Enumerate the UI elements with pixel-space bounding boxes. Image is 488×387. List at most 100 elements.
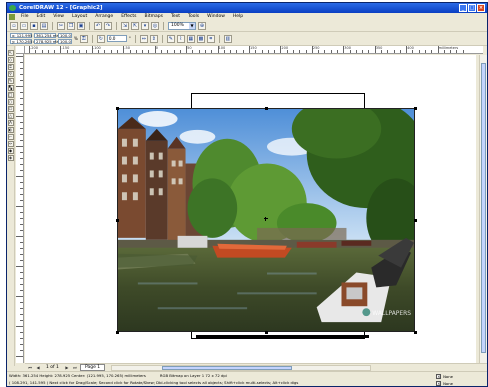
ruler-tick — [167, 50, 169, 53]
next-page-icon[interactable]: ▶ — [64, 365, 70, 371]
selection-handle-middle-left[interactable] — [116, 219, 119, 222]
document-menu-icon[interactable] — [9, 14, 15, 20]
previous-page-icon[interactable]: ◀ — [35, 365, 41, 371]
save-disk-icon[interactable]: ▪ — [30, 22, 38, 30]
drawing-canvas[interactable]: WALLPAPERS — [25, 55, 481, 363]
crop-tool-icon[interactable]: ⌗ — [7, 64, 14, 70]
trace-bitmap-icon[interactable]: ⌇ — [176, 34, 185, 43]
menu-arrange[interactable]: Arrange — [91, 13, 117, 21]
selected-bitmap-amsterdam-canal[interactable]: WALLPAPERS — [117, 108, 415, 332]
pick-tool-icon[interactable]: ↖ — [7, 50, 14, 56]
outline-tool-icon[interactable]: ✑ — [7, 141, 14, 147]
vertical-scroll-thumb[interactable] — [481, 63, 486, 353]
import-icon[interactable]: ⇲ — [121, 22, 129, 30]
eyedropper-tool-icon[interactable]: ⌐ — [7, 134, 14, 140]
fill-tool-icon[interactable]: ◆ — [7, 148, 14, 154]
edit-bitmap-icon[interactable]: ✎ — [166, 34, 175, 43]
menu-window[interactable]: Window — [203, 13, 229, 21]
horizontal-scroll-thumb[interactable] — [162, 365, 293, 370]
chevron-down-icon[interactable]: ▼ — [189, 23, 195, 29]
basic-shapes-tool-icon[interactable]: △ — [7, 113, 14, 119]
copy-icon[interactable]: ❐ — [67, 22, 75, 30]
menu-file[interactable]: File — [17, 13, 33, 21]
resample-icon[interactable]: ▩ — [196, 34, 205, 43]
x-position-field[interactable]: x: 121.995 mm — [10, 33, 41, 38]
width-field[interactable]: 361.254 mm — [34, 33, 60, 38]
ruler-tick — [274, 50, 276, 53]
menu-effects[interactable]: Effects — [117, 13, 140, 21]
y-position-field[interactable]: y: 170.265 mm — [10, 39, 41, 44]
new-document-icon[interactable]: ▫ — [10, 22, 18, 30]
menu-layout[interactable]: Layout — [68, 13, 91, 21]
ruler-tick — [161, 50, 162, 53]
menu-bitmaps[interactable]: Bitmaps — [140, 13, 166, 21]
horizontal-scrollbar[interactable] — [111, 364, 372, 371]
smart-fill-tool-icon[interactable]: ▚ — [7, 85, 14, 91]
undo-icon[interactable]: ↶ — [94, 22, 102, 30]
shape-tool-icon[interactable]: ◇ — [7, 57, 14, 63]
redo-icon[interactable]: ↷ — [104, 22, 112, 30]
ruler-tick — [299, 50, 301, 53]
export-icon[interactable]: ⇱ — [131, 22, 139, 30]
last-page-icon[interactable]: ⏭ — [72, 365, 78, 371]
outline-status[interactable]: × None — [436, 380, 453, 386]
to-front-icon[interactable]: ▥ — [223, 34, 232, 43]
vertical-scrollbar[interactable] — [479, 55, 487, 363]
mirror-horizontal-icon[interactable]: ⇔ — [139, 34, 148, 43]
menu-tools[interactable]: Tools — [184, 13, 203, 21]
menu-bar: File Edit View Layout Arrange Effects Bi… — [7, 13, 487, 21]
title-bar[interactable]: CorelDRAW 12 - [Graphic2] _ □ × — [7, 3, 487, 13]
ruler-tick — [104, 50, 106, 53]
paste-icon[interactable]: ▣ — [77, 22, 85, 30]
minimize-button[interactable]: _ — [459, 4, 467, 12]
menu-edit[interactable]: Edit — [33, 13, 50, 21]
freehand-tool-icon[interactable]: ✎ — [7, 78, 14, 84]
maximize-button[interactable]: □ — [468, 4, 476, 12]
application-launcher-icon[interactable]: ▾ — [141, 22, 149, 30]
interactive-blend-tool-icon[interactable]: ◐ — [7, 127, 14, 133]
rectangle-tool-icon[interactable]: □ — [7, 92, 14, 98]
ellipse-tool-icon[interactable]: ○ — [7, 99, 14, 105]
text-tool-icon[interactable]: A — [7, 120, 14, 126]
print-icon[interactable]: ▤ — [40, 22, 48, 30]
scale-y-field[interactable]: 100.0 — [58, 39, 72, 44]
zoom-tool-icon[interactable]: ⚲ — [7, 71, 14, 77]
selection-handle-bottom-right[interactable] — [414, 331, 417, 334]
interactive-fill-tool-icon[interactable]: ◈ — [7, 155, 14, 161]
crop-bitmap-icon[interactable]: ⌗ — [206, 34, 215, 43]
scale-fields: 100.0 100.0 — [58, 33, 72, 44]
selection-handle-bottom-left[interactable] — [116, 331, 119, 334]
first-page-icon[interactable]: ⏮ — [27, 365, 33, 371]
menu-text[interactable]: Text — [167, 13, 184, 21]
selection-handle-bottom-center[interactable] — [265, 331, 268, 334]
fill-status[interactable]: × None — [436, 373, 453, 380]
ruler-tick — [16, 326, 23, 327]
height-field[interactable]: 278.925 mm — [34, 39, 60, 44]
selection-handle-middle-right[interactable] — [414, 219, 417, 222]
lock-ratio-icon[interactable]: ⚿ — [79, 34, 88, 43]
ruler-label: -150 — [61, 46, 70, 50]
rotation-angle-field[interactable]: 0.0 — [106, 35, 127, 42]
selection-handle-top-left[interactable] — [116, 107, 119, 110]
ruler-tick — [186, 46, 188, 53]
scale-x-field[interactable]: 100.0 — [58, 33, 72, 38]
zoom-level-select[interactable]: 100% ▼ — [168, 22, 196, 30]
menu-help[interactable]: Help — [229, 13, 247, 21]
ruler-tick — [16, 266, 23, 267]
close-button[interactable]: × — [477, 4, 485, 12]
open-folder-icon[interactable]: ▭ — [20, 22, 28, 30]
snap-to-icon[interactable]: ⊕ — [198, 22, 206, 30]
cut-scissors-icon[interactable]: ✂ — [57, 22, 65, 30]
menu-view[interactable]: View — [49, 13, 68, 21]
vertical-ruler[interactable] — [16, 54, 24, 363]
ruler-origin[interactable] — [16, 46, 25, 54]
corel-online-icon[interactable]: ◎ — [151, 22, 159, 30]
page-tab-1[interactable]: Page 1 — [79, 364, 106, 371]
bitmap-color-mask-icon[interactable]: ▦ — [186, 34, 195, 43]
mirror-vertical-icon[interactable]: ⇕ — [149, 34, 158, 43]
horizontal-ruler[interactable]: -200 -150 -100 -50 0 50 100 150 200 250 300 350 400 m… — [25, 46, 483, 54]
selection-handle-top-right[interactable] — [414, 107, 417, 110]
polygon-tool-icon[interactable]: ⬠ — [7, 106, 14, 112]
ruler-tick — [255, 50, 257, 53]
selection-handle-top-center[interactable] — [265, 107, 268, 110]
